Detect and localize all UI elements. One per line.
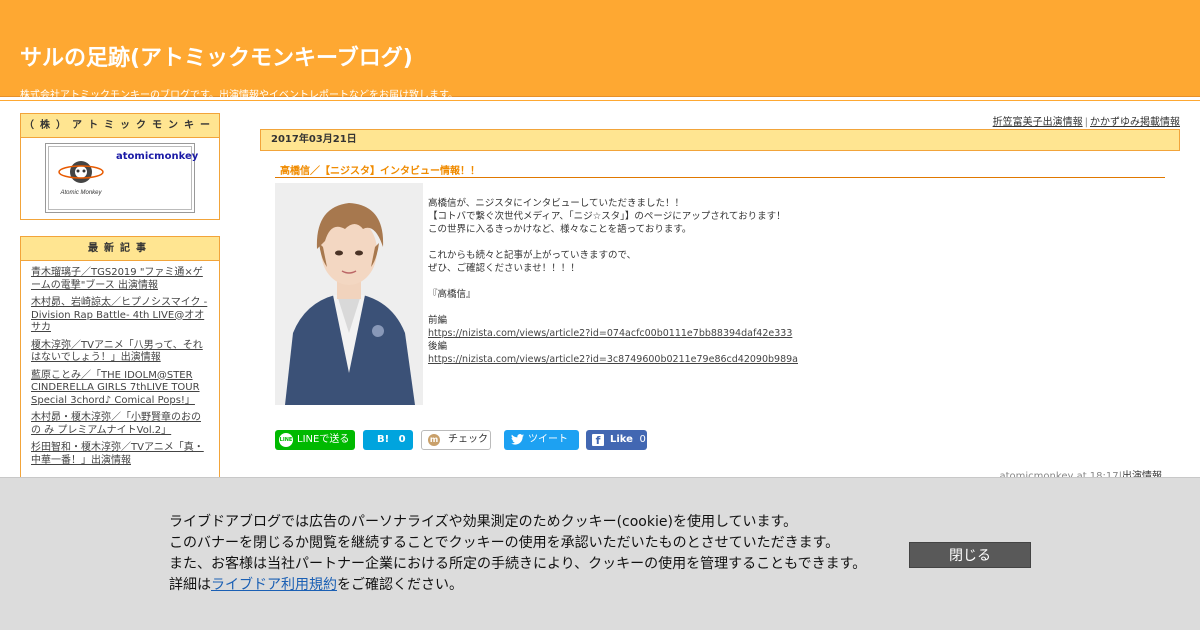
recent-post-link[interactable]: 榎木淳弥／TVアニメ「八男って、それはないでしょう！」出演情報 — [31, 340, 209, 365]
entry-text: 高橋信が、ニジスタにインタビューしていただきました！！ 【コトバで繋ぐ次世代メデ… — [428, 197, 798, 366]
recent-posts-box: 最新記事 青木瑠璃子／TGS2019 "ファミ通×ゲームの電撃"ブース 出演情報… — [20, 236, 220, 478]
atomic-monkey-logo: Atomic Monkey — [58, 161, 104, 196]
part1-link[interactable]: https://nizista.com/views/article2?id=07… — [428, 328, 792, 339]
facebook-like-label: Like — [610, 434, 633, 445]
cookie-text-line: ライブドアブログでは広告のパーソナライズや効果測定のためクッキー(cookie)… — [169, 514, 798, 530]
logo-text: Atomic Monkey — [59, 190, 102, 196]
part2-label: 後編 — [428, 341, 448, 352]
recent-post-link[interactable]: 杉田智和・榎木淳弥／TVアニメ「真・中華一番！」出演情報 — [31, 442, 209, 467]
twitter-bird-icon — [511, 434, 524, 445]
profile-photo — [275, 183, 423, 405]
tweet-button[interactable]: ツイート — [504, 430, 579, 450]
sidebar: （株）アトミックモンキー Atomic Monkey atomicmonkey … — [20, 113, 220, 494]
recent-post-link[interactable]: 木村昴・榎木淳弥／「小野賢章のおのの み プレミアムナイトVol.2」 — [31, 412, 209, 437]
cookie-text-line: また、お客様は当社パートナー企業における所定の手続きにより、クッキーの使用を管理… — [169, 556, 867, 572]
part2-link[interactable]: https://nizista.com/views/article2?id=3c… — [428, 354, 798, 365]
cookie-banner: ライブドアブログでは広告のパーソナライズや効果測定のためクッキー(cookie)… — [0, 477, 1200, 630]
recent-post-link[interactable]: 木村昴、岩崎諒太／ヒプノシスマイク -Division Rap Battle- … — [31, 297, 209, 335]
cookie-text-suffix: をご確認ください。 — [337, 577, 463, 593]
profile-box: （株）アトミックモンキー Atomic Monkey atomicmonkey — [20, 113, 220, 220]
recent-post-link[interactable]: 藍原ことみ／「THE IDOLM@STER CINDERELLA GIRLS 7… — [31, 370, 209, 408]
entry-nav: 折笠富美子出演情報 | かかずゆみ掲載情報 — [992, 117, 1180, 128]
next-entry-link[interactable]: かかずゆみ掲載情報 — [1090, 117, 1180, 128]
mixi-label: チェック — [448, 434, 488, 445]
mixi-check-button[interactable]: m チェック — [421, 430, 491, 450]
entry-text-line: ぜひ、ご確認くださいませ！！！！ — [428, 263, 580, 274]
entry-title[interactable]: 高橋信／【ニジスタ】インタビュー情報！！ — [275, 162, 1165, 178]
line-share-button[interactable]: LINE LINEで送る — [275, 430, 355, 450]
line-share-label: LINEで送る — [297, 434, 350, 445]
facebook-icon: f — [592, 434, 604, 447]
mixi-icon: m — [428, 434, 440, 446]
hatena-icon: B! — [377, 434, 390, 445]
tweet-label: ツイート — [528, 434, 568, 445]
line-icon: LINE — [279, 433, 293, 447]
facebook-like-button[interactable]: f Like 0 — [586, 430, 647, 450]
main-content: 折笠富美子出演情報 | かかずゆみ掲載情報 2017年03月21日 高橋信／【ニジス… — [260, 113, 1180, 482]
cookie-close-button[interactable]: 閉じる — [909, 542, 1031, 568]
blog-title[interactable]: サルの足跡(アトミックモンキーブログ) — [20, 40, 1200, 72]
cookie-message: ライブドアブログでは広告のパーソナライズや効果測定のためクッキー(cookie)… — [169, 512, 866, 596]
recent-posts-heading: 最新記事 — [21, 237, 219, 261]
facebook-like-count: 0 — [639, 434, 646, 445]
entry-date: 2017年03月21日 — [260, 129, 1180, 151]
blog-header: サルの足跡(アトミックモンキーブログ) 株式会社アトミックモンキーのブログです。… — [0, 0, 1200, 101]
part1-label: 前編 — [428, 315, 448, 326]
cookie-text-line: このバナーを閉じるか閲覧を継続することでクッキーの使用を承認いただいたものとさせ… — [169, 535, 840, 551]
hatena-count: 0 — [398, 434, 406, 445]
entry-text-line: 高橋信が、ニジスタにインタビューしていただきました！！ — [428, 198, 685, 209]
entry-text-line: 『高橋信』 — [428, 289, 476, 300]
entry-text-line: この世界に入るきっかけなど、様々なことを語っております。 — [428, 224, 692, 235]
entry-text-line: これからも続々と記事が上がっていきますので、 — [428, 250, 637, 261]
profile-heading: （株）アトミックモンキー — [21, 114, 219, 138]
recent-post-link[interactable]: 青木瑠璃子／TGS2019 "ファミ通×ゲームの電撃"ブース 出演情報 — [31, 267, 209, 292]
cookie-text-prefix: 詳細は — [169, 577, 211, 593]
terms-link[interactable]: ライブドア利用規約 — [211, 577, 337, 593]
profile-name[interactable]: atomicmonkey — [116, 151, 198, 162]
hatena-bookmark-button[interactable]: B! 0 — [363, 430, 413, 450]
entry-text-line: 【コトバで繋ぐ次世代メディア、「ニジ☆スタ」】のページにアップされております！ — [428, 211, 786, 222]
prev-entry-link[interactable]: 折笠富美子出演情報 — [993, 117, 1083, 128]
entry-body: 高橋信が、ニジスタにインタビューしていただきました！！ 【コトバで繋ぐ次世代メデ… — [275, 183, 1180, 405]
profile-card[interactable]: Atomic Monkey atomicmonkey — [45, 143, 198, 213]
